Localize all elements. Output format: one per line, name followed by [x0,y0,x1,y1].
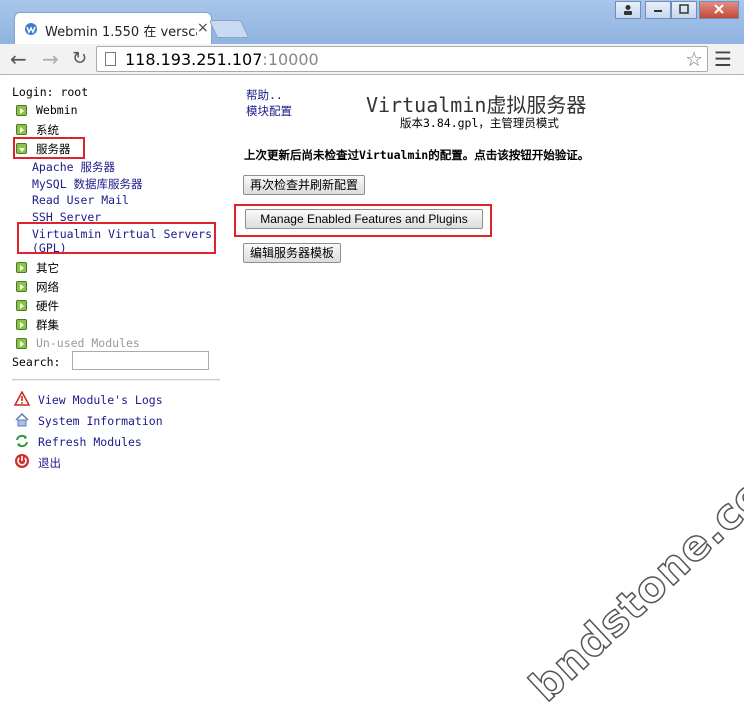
module-config-link[interactable]: 模块配置 [246,103,292,119]
search-input[interactable] [72,351,209,370]
expand-icon [16,338,27,349]
browser-tab[interactable]: Webmin 1.550 在 versca × [14,12,212,44]
tab-close-icon[interactable]: × [197,20,209,36]
power-icon [15,454,29,468]
page-viewport: Login: root Webmin 系统 服务器 Apache 服务器 MyS… [0,75,744,711]
forward-arrow-icon[interactable]: → [42,47,59,71]
tab-title: Webmin 1.550 在 versca [45,25,197,40]
page-title: Virtualmin虚拟服务器 [366,93,587,117]
config-notice: 上次更新后尚未检查过Virtualmin的配置。点击该按钮开始验证。 [244,148,590,162]
sidebar-divider [12,379,220,381]
help-link[interactable]: 帮助.. [246,87,283,103]
back-arrow-icon[interactable]: ← [10,47,27,71]
expand-icon [16,124,27,135]
warning-icon [14,391,30,406]
user-icon[interactable] [615,1,641,19]
highlight-virtualmin-module [17,222,216,254]
expand-icon [16,319,27,330]
expand-icon [16,105,27,116]
page-icon [105,52,116,66]
reload-icon[interactable]: ↻ [72,47,87,71]
bookmark-star-icon[interactable]: ☆ [685,47,703,71]
browser-toolbar: ← → ↻ 118.193.251.107:10000 ☆ ☰ [0,44,744,75]
menu-icon[interactable]: ☰ [714,48,732,70]
watermark-text: bndstone.com [519,437,744,711]
webmin-favicon-icon [25,23,37,35]
expand-icon [16,281,27,292]
browser-titlebar: Webmin 1.550 在 versca × [0,0,744,44]
highlight-manage-features [234,204,492,237]
version-text: 版本3.84.gpl，主管理员模式 [400,116,559,130]
expand-icon [16,262,27,273]
login-text: Login: root [12,85,89,99]
module-apache[interactable]: Apache 服务器 [32,159,115,175]
maximize-icon[interactable] [671,1,697,19]
new-tab-button[interactable] [208,20,250,38]
close-icon[interactable] [699,1,739,19]
module-mysql[interactable]: MySQL 数据库服务器 [32,176,143,192]
search-label: Search: [12,355,61,369]
module-read-user-mail[interactable]: Read User Mail [32,193,129,207]
home-icon [15,412,29,427]
refresh-icon [16,434,28,448]
recheck-config-button[interactable]: 再次检查并刷新配置 [243,175,366,195]
address-bar[interactable]: 118.193.251.107:10000 ☆ [96,46,708,72]
minimize-icon[interactable] [645,1,671,19]
expand-icon [16,300,27,311]
edit-templates-button[interactable]: 编辑服务器模板 [243,243,342,263]
highlight-servers-category [13,137,85,159]
url-text: 118.193.251.107:10000 [125,50,319,69]
